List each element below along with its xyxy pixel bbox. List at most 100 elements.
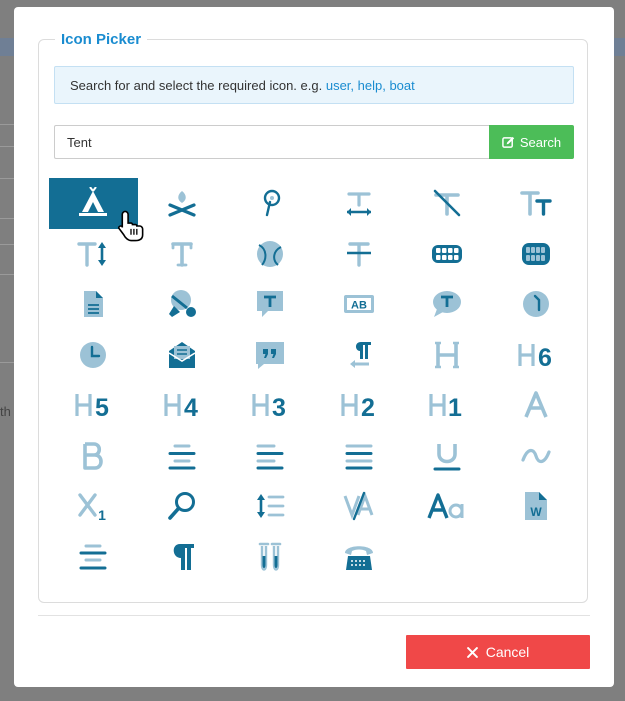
tent-icon-cell[interactable]: [49, 178, 144, 242]
h4-icon: 4: [164, 394, 198, 421]
h6-icon-cell[interactable]: 6: [492, 330, 581, 381]
subscript-icon: 1: [78, 493, 106, 522]
h2-icon-cell[interactable]: 2: [315, 380, 404, 431]
underline-icon: [433, 443, 461, 471]
text-height-icon: [77, 241, 107, 267]
h5-icon: 5: [75, 394, 109, 421]
envelope-open-text-icon-cell[interactable]: [138, 330, 227, 381]
test-tubes-icon-cell[interactable]: [226, 532, 315, 583]
tennis-ball-icon: [257, 240, 284, 267]
quote-icon: [256, 341, 285, 369]
file-alt-icon-cell[interactable]: [49, 279, 138, 330]
icon-grid: AB 6 5 4 3 2 1 1 W: [49, 178, 579, 582]
font-icon-cell[interactable]: [492, 380, 581, 431]
line-height-icon: [257, 494, 285, 519]
align-center-alt-icon-cell[interactable]: [49, 532, 138, 583]
teeth-icon: [521, 242, 550, 265]
tennis-ball-icon-cell[interactable]: [226, 229, 315, 280]
search-hint: Search for and select the required icon.…: [54, 66, 574, 104]
comment-text-icon: [433, 291, 462, 318]
align-left-icon: [256, 444, 284, 470]
clock-nine-icon: [80, 341, 107, 368]
text-slash-icon-cell[interactable]: [403, 178, 492, 229]
svg-text:1: 1: [98, 507, 106, 522]
bold-icon: [83, 441, 104, 470]
font-icon: [524, 391, 548, 418]
align-justify-icon: [345, 444, 373, 470]
teeth-icon-cell[interactable]: [492, 229, 581, 280]
font-case-icon: [427, 493, 464, 519]
h1-icon-cell[interactable]: 1: [403, 380, 492, 431]
svg-text:4: 4: [184, 394, 198, 421]
table-tennis-icon: [168, 290, 196, 318]
text-icon-cell[interactable]: [138, 229, 227, 280]
text-icon: [170, 241, 193, 267]
phone-rotary-icon: [344, 546, 373, 570]
paragraph-rtl-icon: [349, 341, 371, 368]
phone-rotary-icon-cell[interactable]: [315, 532, 404, 583]
map-pin-icon-cell[interactable]: [226, 178, 315, 229]
align-justify-icon-cell[interactable]: [315, 431, 404, 482]
teeth-open-icon: [432, 244, 463, 263]
text-height-icon-cell[interactable]: [49, 229, 138, 280]
search-button-label: Search: [519, 134, 562, 150]
tilde-icon-cell[interactable]: [492, 431, 581, 482]
subscript-icon-cell[interactable]: 1: [49, 481, 138, 532]
icon-picker-panel: Icon Picker Search for and select the re…: [38, 31, 588, 603]
underline-icon-cell[interactable]: [403, 431, 492, 482]
paragraph-icon-cell[interactable]: [138, 532, 227, 583]
align-left-icon-cell[interactable]: [226, 431, 315, 482]
panel-title: Icon Picker: [55, 31, 148, 48]
svg-text:2: 2: [361, 394, 375, 421]
search-icon-cell[interactable]: [138, 481, 227, 532]
h4-icon-cell[interactable]: 4: [138, 380, 227, 431]
clock-nine-icon-cell[interactable]: [49, 330, 138, 381]
align-center-icon-cell[interactable]: [138, 431, 227, 482]
search-icon: [167, 492, 195, 521]
paragraph-rtl-icon-cell[interactable]: [315, 330, 404, 381]
text-size-icon-cell[interactable]: [492, 178, 581, 229]
paragraph-icon: [173, 543, 194, 570]
text-width-icon: [346, 192, 371, 217]
h1-icon: 1: [429, 394, 462, 421]
svg-text:1: 1: [448, 394, 462, 421]
file-alt-icon: [84, 291, 104, 318]
kerning-icon-cell[interactable]: [315, 481, 404, 532]
campfire-icon: [168, 191, 196, 217]
heading-icon: [435, 341, 460, 368]
teeth-open-icon-cell[interactable]: [403, 229, 492, 280]
cancel-button[interactable]: Cancel: [406, 635, 590, 669]
campfire-icon-cell[interactable]: [138, 178, 227, 229]
clock-icon: [522, 291, 549, 318]
table-tennis-icon-cell[interactable]: [138, 279, 227, 330]
envelope-open-text-icon: [168, 341, 196, 368]
ab-text-icon-cell[interactable]: AB: [315, 279, 404, 330]
comment-alt-text-icon: [257, 291, 284, 318]
svg-text:AB: AB: [351, 300, 367, 312]
bold-icon-cell[interactable]: [49, 431, 138, 482]
tilde-icon: [521, 448, 551, 463]
line-height-icon-cell[interactable]: [226, 481, 315, 532]
footer-divider: [38, 615, 590, 616]
hint-text: Search for and select the required icon.…: [70, 78, 323, 93]
text-size-icon: [519, 191, 552, 217]
comment-text-icon-cell[interactable]: [403, 279, 492, 330]
text-slash-icon: [433, 189, 461, 217]
h5-icon-cell[interactable]: 5: [49, 380, 138, 431]
strikethrough-icon-cell[interactable]: [315, 229, 404, 280]
heading-icon-cell[interactable]: [403, 330, 492, 381]
comment-alt-text-icon-cell[interactable]: [226, 279, 315, 330]
map-pin-icon: [264, 190, 281, 217]
text-width-icon-cell[interactable]: [315, 178, 404, 229]
search-button[interactable]: Search: [489, 125, 574, 159]
clock-icon-cell[interactable]: [492, 279, 581, 330]
file-word-icon-cell[interactable]: W: [492, 481, 581, 532]
svg-text:5: 5: [95, 394, 109, 421]
font-case-icon-cell[interactable]: [403, 481, 492, 532]
quote-icon-cell[interactable]: [226, 330, 315, 381]
search-row: Search: [54, 125, 574, 159]
search-input[interactable]: [54, 125, 489, 159]
h3-icon-cell[interactable]: 3: [226, 380, 315, 431]
svg-text:6: 6: [538, 344, 552, 371]
edit-icon: [502, 136, 515, 148]
